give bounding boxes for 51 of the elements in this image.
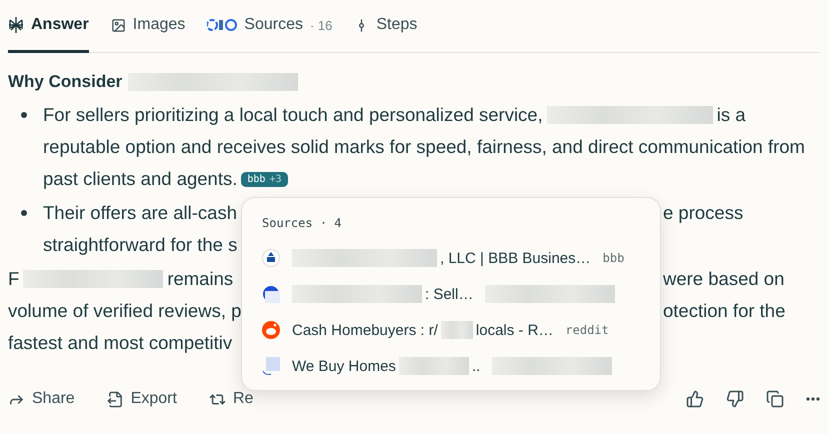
- text: ..: [472, 358, 480, 374]
- text: Their offers are all-cash: [43, 202, 237, 224]
- thumbs-down-button[interactable]: [726, 390, 744, 408]
- text: We Buy Homes: [292, 358, 396, 374]
- text: : Sell…: [425, 286, 474, 302]
- popup-title: Sources · 4: [262, 216, 342, 230]
- text: locals - R…: [476, 322, 554, 338]
- text: reputable option and receives solid marks for speed, fairness, and direct communication from: [43, 136, 805, 158]
- rewrite-button[interactable]: Re: [208, 390, 254, 408]
- thumbs-up-button[interactable]: [686, 390, 704, 408]
- more-button[interactable]: [806, 397, 820, 401]
- copy-button[interactable]: [766, 390, 784, 408]
- text: Cash Homebuyers : r/: [292, 322, 438, 338]
- text: straightforward for the s: [43, 234, 238, 256]
- export-button[interactable]: Export: [106, 390, 177, 408]
- source-domain: bbb: [602, 251, 624, 265]
- text: F: [8, 268, 20, 290]
- tab-count: · 16: [310, 18, 332, 32]
- text: fastest and most competitiv: [8, 332, 232, 354]
- tab[interactable]: Images: [110, 0, 186, 53]
- image-icon: [110, 18, 126, 32]
- export-icon: [106, 390, 124, 408]
- reddit-icon: [262, 321, 280, 339]
- source-logos-icon: [207, 17, 238, 33]
- text: volume of verified reviews, p: [8, 300, 242, 322]
- text: were based on: [663, 268, 784, 290]
- source-domain: reddit: [565, 323, 609, 337]
- thumbs-up-icon: [686, 390, 704, 408]
- text: past clients and agents.: [43, 168, 238, 190]
- text: , LLC | BBB Busines…: [440, 250, 591, 266]
- text: remains: [167, 268, 234, 290]
- copy-icon: [766, 390, 784, 408]
- more-icon: [806, 397, 820, 401]
- seal-icon: [262, 249, 280, 267]
- bullet-dot: [21, 112, 27, 118]
- text: For sellers prioritizing a local touch and personalized service,: [43, 104, 543, 126]
- share-button[interactable]: Share: [8, 390, 75, 408]
- tab[interactable]: Steps: [354, 0, 418, 53]
- citation-badge[interactable]: bbb +3: [241, 172, 288, 186]
- thumbs-down-icon: [726, 390, 744, 408]
- bullet-dot: [21, 210, 27, 216]
- redaction-block: [440, 321, 473, 339]
- logo-icon: [8, 16, 24, 34]
- tab[interactable]: Answer: [8, 0, 89, 53]
- text: is a: [716, 104, 746, 126]
- redaction-block: [398, 357, 469, 375]
- tab[interactable]: Sources · 16: [207, 0, 332, 53]
- page-icon: [262, 357, 280, 375]
- text: otection for the: [663, 300, 786, 322]
- text: Why Consider: [8, 72, 122, 92]
- text: e process: [663, 202, 744, 224]
